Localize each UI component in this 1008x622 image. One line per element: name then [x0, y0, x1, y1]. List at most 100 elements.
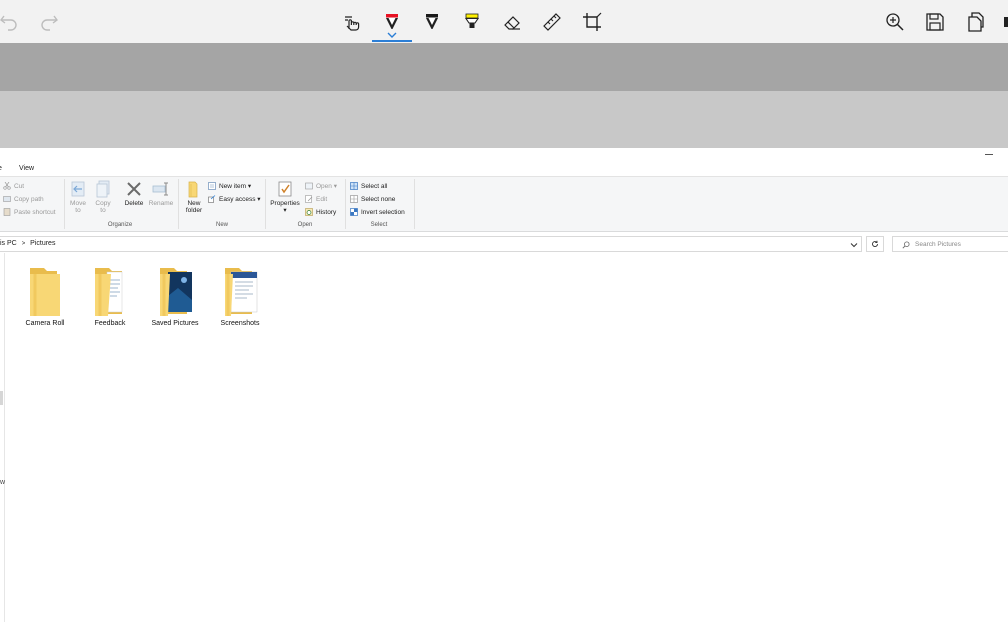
- rename-icon: [152, 182, 168, 196]
- open-label: Open: [316, 182, 332, 190]
- folder-item-screenshots[interactable]: Screenshots: [210, 266, 270, 327]
- cut-button[interactable]: Cut: [3, 182, 24, 190]
- share-icon[interactable]: [1004, 17, 1008, 27]
- paste-shortcut-button[interactable]: Paste shortcut: [3, 208, 56, 216]
- touch-writing-button[interactable]: [337, 7, 367, 37]
- select-none-icon: [350, 195, 358, 203]
- breadcrumb-pictures[interactable]: Pictures: [30, 240, 55, 247]
- folder-item-feedback[interactable]: Feedback: [80, 266, 140, 327]
- refresh-icon: [872, 240, 878, 247]
- select-none-label: Select none: [361, 195, 396, 203]
- paste-shortcut-icon: [3, 208, 11, 216]
- zoom-icon: [886, 13, 904, 31]
- invert-selection-label: Invert selection: [361, 208, 405, 216]
- delete-button[interactable]: Delete: [122, 180, 146, 207]
- delete-label: Delete: [124, 200, 144, 207]
- ruler-icon: [543, 13, 561, 31]
- move-to-label-2: to: [75, 207, 81, 214]
- invert-selection-icon: [350, 208, 358, 216]
- copy-button[interactable]: [960, 7, 990, 37]
- ruler-button[interactable]: [537, 7, 567, 37]
- select-all-button[interactable]: Select all: [350, 182, 387, 190]
- group-separator: [64, 179, 65, 229]
- new-folder-button[interactable]: New folder: [182, 180, 206, 214]
- paste-shortcut-label: Paste shortcut: [14, 208, 56, 216]
- chevron-down-icon[interactable]: [850, 241, 858, 249]
- edit-button[interactable]: Edit: [305, 195, 327, 203]
- pencil-icon: [426, 14, 438, 29]
- eraser-button[interactable]: [497, 7, 527, 37]
- easy-access-label: Easy access: [219, 195, 256, 203]
- new-group-label: New: [215, 222, 228, 228]
- folder-item-saved-pictures[interactable]: Saved Pictures: [145, 266, 205, 327]
- invert-selection-button[interactable]: Invert selection: [350, 208, 405, 216]
- copy-path-button[interactable]: Copy path: [3, 195, 44, 203]
- group-separator: [265, 179, 266, 229]
- captured-titlebar-area: [0, 43, 1008, 91]
- move-to-button[interactable]: Move to: [68, 180, 88, 214]
- folder-icon: [225, 268, 258, 316]
- select-none-button[interactable]: Select none: [350, 195, 395, 203]
- open-icon: [305, 182, 313, 190]
- breadcrumb-separator[interactable]: >: [22, 241, 26, 247]
- folder-label: Camera Roll: [25, 320, 65, 327]
- save-button[interactable]: [920, 7, 950, 37]
- history-icon: [305, 208, 313, 216]
- pencil-button[interactable]: [417, 7, 447, 37]
- properties-label: Properties: [270, 200, 300, 207]
- search-icon: [902, 241, 910, 249]
- address-bar[interactable]: is PC > Pictures: [0, 236, 862, 252]
- select-group-label: Select: [370, 222, 388, 228]
- chevron-down-icon[interactable]: [387, 32, 397, 39]
- open-button[interactable]: Open ▾: [305, 182, 337, 190]
- breadcrumb-this-pc[interactable]: is PC: [0, 240, 17, 247]
- scissors-icon: [3, 182, 11, 190]
- open-group-label: Open: [297, 222, 313, 228]
- breadcrumb: is PC > Pictures: [0, 240, 55, 247]
- properties-button[interactable]: Properties ▾: [269, 180, 301, 214]
- minimize-button[interactable]: [985, 154, 993, 155]
- new-item-button[interactable]: New item ▾: [208, 182, 251, 190]
- new-folder-label-2: folder: [185, 207, 203, 214]
- tab-share[interactable]: e: [0, 165, 2, 172]
- file-explorer-window: e View Cut Copy path Paste shortcut Move…: [0, 148, 1008, 622]
- eraser-icon: [504, 16, 520, 30]
- undo-button[interactable]: [0, 7, 24, 37]
- edit-icon: [305, 195, 313, 203]
- new-item-icon: [208, 182, 216, 190]
- highlighter-button[interactable]: [457, 7, 487, 37]
- search-box[interactable]: [892, 236, 1008, 252]
- folder-icon: [30, 268, 60, 316]
- save-icon: [926, 13, 944, 31]
- cut-label: Cut: [14, 182, 25, 190]
- scrollbar-thumb[interactable]: [0, 391, 3, 405]
- folder-label: Saved Pictures: [151, 320, 199, 327]
- folder-icon: [95, 268, 123, 316]
- move-to-icon: [71, 181, 85, 197]
- crop-icon: [583, 12, 602, 31]
- copy-path-icon: [3, 196, 11, 202]
- search-input[interactable]: [915, 238, 1005, 250]
- crop-button[interactable]: [577, 7, 607, 37]
- group-separator: [345, 179, 346, 229]
- properties-icon: [278, 181, 292, 197]
- easy-access-button[interactable]: Easy access ▾: [208, 195, 261, 203]
- copy-to-button[interactable]: Copy to: [93, 180, 113, 214]
- select-all-label: Select all: [361, 182, 388, 190]
- rename-button[interactable]: Rename: [148, 180, 174, 207]
- redo-button[interactable]: [34, 7, 64, 37]
- copy-to-label-2: to: [100, 207, 106, 214]
- history-button[interactable]: History: [305, 208, 336, 216]
- captured-window-area: [0, 91, 1008, 148]
- group-separator: [178, 179, 179, 229]
- copy-icon: [968, 12, 984, 32]
- easy-access-icon: [208, 195, 216, 203]
- touch-writing-icon: [345, 16, 360, 31]
- refresh-button[interactable]: [866, 236, 884, 252]
- folder-item-camera-roll[interactable]: Camera Roll: [15, 266, 75, 327]
- zoom-button[interactable]: [880, 7, 910, 37]
- undo-icon: [0, 15, 17, 31]
- delete-x-icon: [127, 182, 141, 196]
- tab-view[interactable]: View: [19, 165, 34, 172]
- group-separator: [414, 179, 415, 229]
